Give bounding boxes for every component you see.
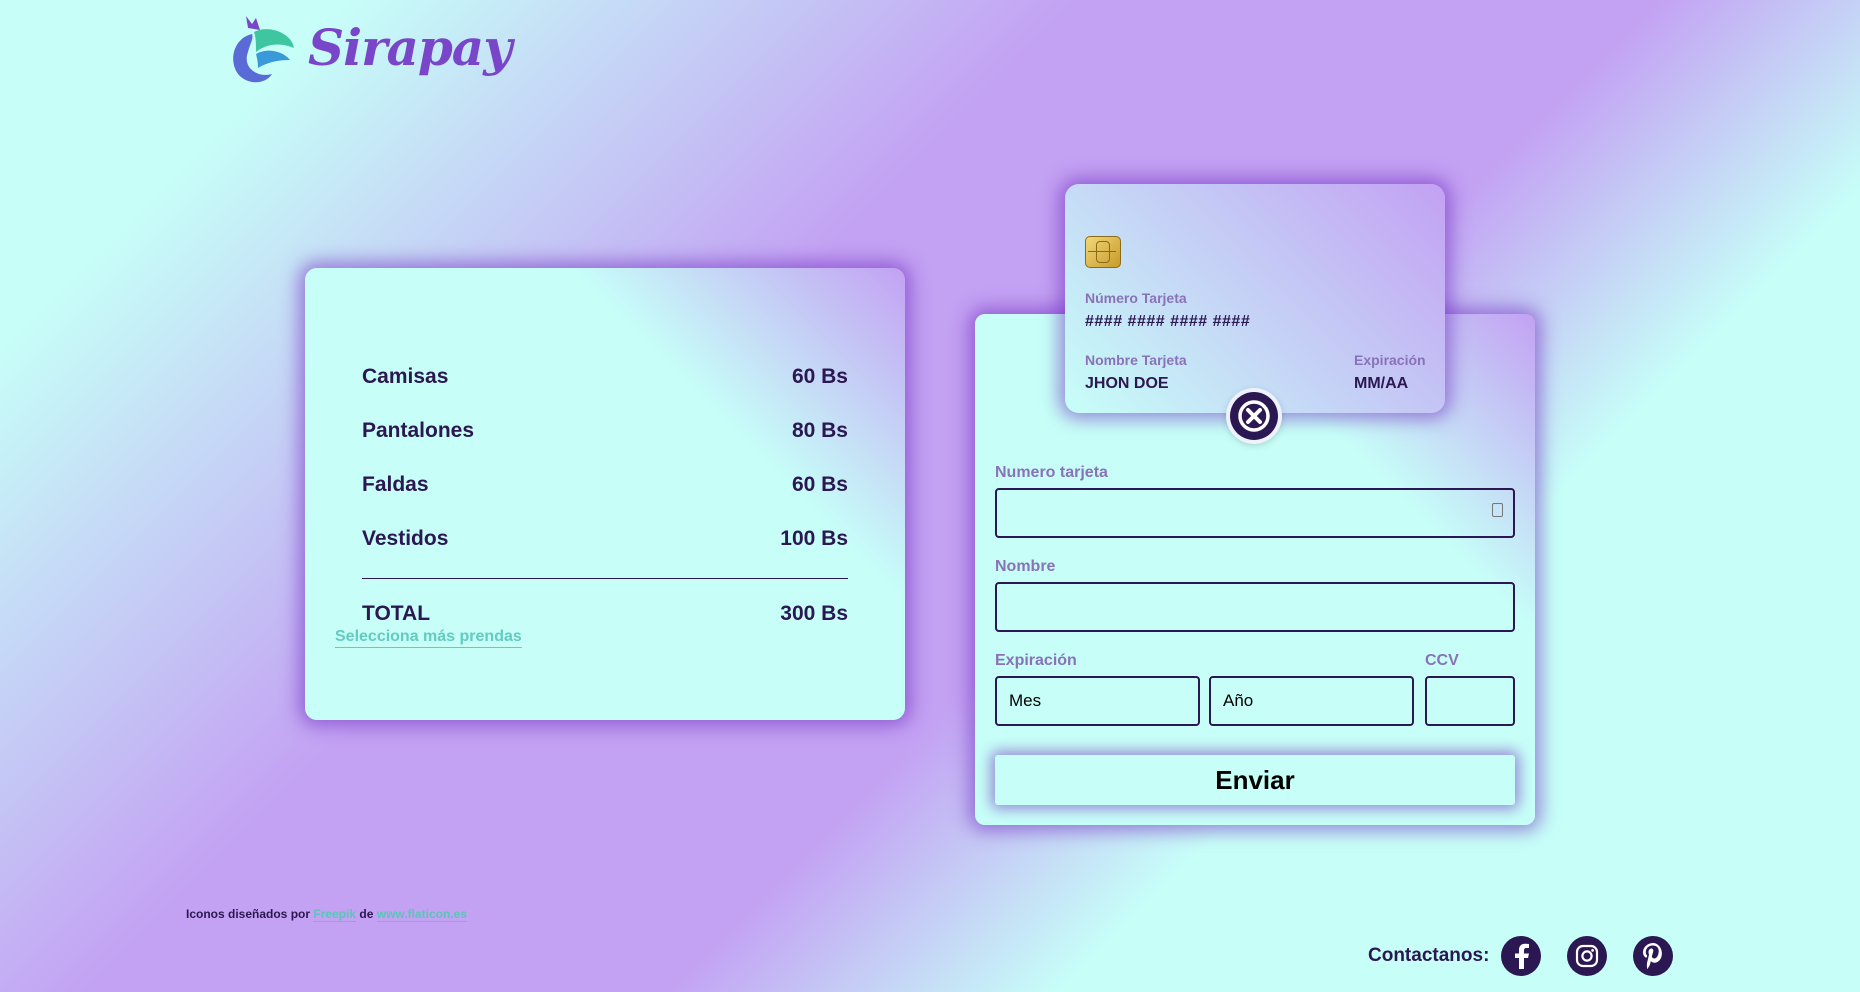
card-number-field-wrap [995,488,1515,538]
order-summary-card: Camisas 60 Bs Pantalones 80 Bs Faldas 60… [305,268,905,720]
card-number-value: #### #### #### #### [1085,313,1251,330]
expiry-year-select[interactable]: Año [1209,676,1414,726]
pinterest-icon [1643,943,1663,969]
facebook-icon [1515,943,1530,969]
contact-label: Contactanos: [1368,945,1490,966]
list-item: Pantalones 80 Bs [362,404,848,458]
logo-icon [233,16,294,83]
expiry-field-label: Expiración [995,652,1077,669]
credits-prefix: Iconos diseñados por [186,907,311,921]
card-number-label: Número Tarjeta [1085,290,1187,306]
card-icon [1492,503,1503,517]
item-price: 80 Bs [791,419,848,442]
credits-site-link[interactable]: www.flaticon.es [376,907,468,922]
name-input[interactable] [995,582,1515,632]
expiry-year-value: Año [1223,691,1254,710]
pinterest-link[interactable] [1633,936,1674,976]
card-number-field-label: Numero tarjeta [995,464,1108,481]
card-expiry-label: Expiración [1354,352,1426,368]
credit-card-preview: Número Tarjeta #### #### #### #### Nombr… [1065,184,1445,413]
card-number-input[interactable] [995,488,1515,538]
order-items-list: Camisas 60 Bs Pantalones 80 Bs Faldas 60… [362,350,848,641]
item-name: Faldas [362,473,429,496]
item-price: 60 Bs [791,473,848,496]
facebook-link[interactable] [1501,936,1542,976]
credits-mid: de [359,907,374,921]
brand-logo[interactable]: Sirapay [222,8,512,86]
list-item: Camisas 60 Bs [362,350,848,404]
submit-button[interactable]: Enviar [995,755,1515,805]
brand-name: Sirapay [308,17,512,77]
contact-section: Contactanos: [1368,936,1674,976]
card-name-label: Nombre Tarjeta [1085,352,1187,368]
expiry-month-select[interactable]: Mes [995,676,1200,726]
card-name-value: JHON DOE [1085,375,1169,392]
close-card-button[interactable] [1230,392,1278,440]
item-name: Vestidos [362,527,449,550]
close-icon [1238,400,1270,432]
credits-author-link[interactable]: Freepik [313,907,357,922]
list-item: Faldas 60 Bs [362,458,848,512]
total-label: TOTAL [362,602,431,625]
item-name: Pantalones [362,419,475,442]
card-chip-icon [1085,236,1121,268]
ccv-field-label: CCV [1425,652,1459,669]
background-wash [0,0,1860,992]
instagram-icon [1576,944,1599,968]
instagram-link[interactable] [1567,936,1608,976]
total-value: 300 Bs [780,602,848,625]
item-price: 100 Bs [780,527,848,550]
ccv-input[interactable] [1425,676,1515,726]
item-name: Camisas [362,365,449,388]
expiry-month-value: Mes [1009,691,1042,710]
item-price: 60 Bs [791,365,848,388]
name-field-label: Nombre [995,558,1056,575]
total-divider [362,578,848,579]
card-expiry-value: MM/AA [1354,375,1409,392]
list-item: Vestidos 100 Bs [362,512,848,566]
select-more-items-link[interactable]: Selecciona más prendas [335,628,522,648]
icon-credits: Iconos diseñados por Freepik de www.flat… [186,907,468,922]
